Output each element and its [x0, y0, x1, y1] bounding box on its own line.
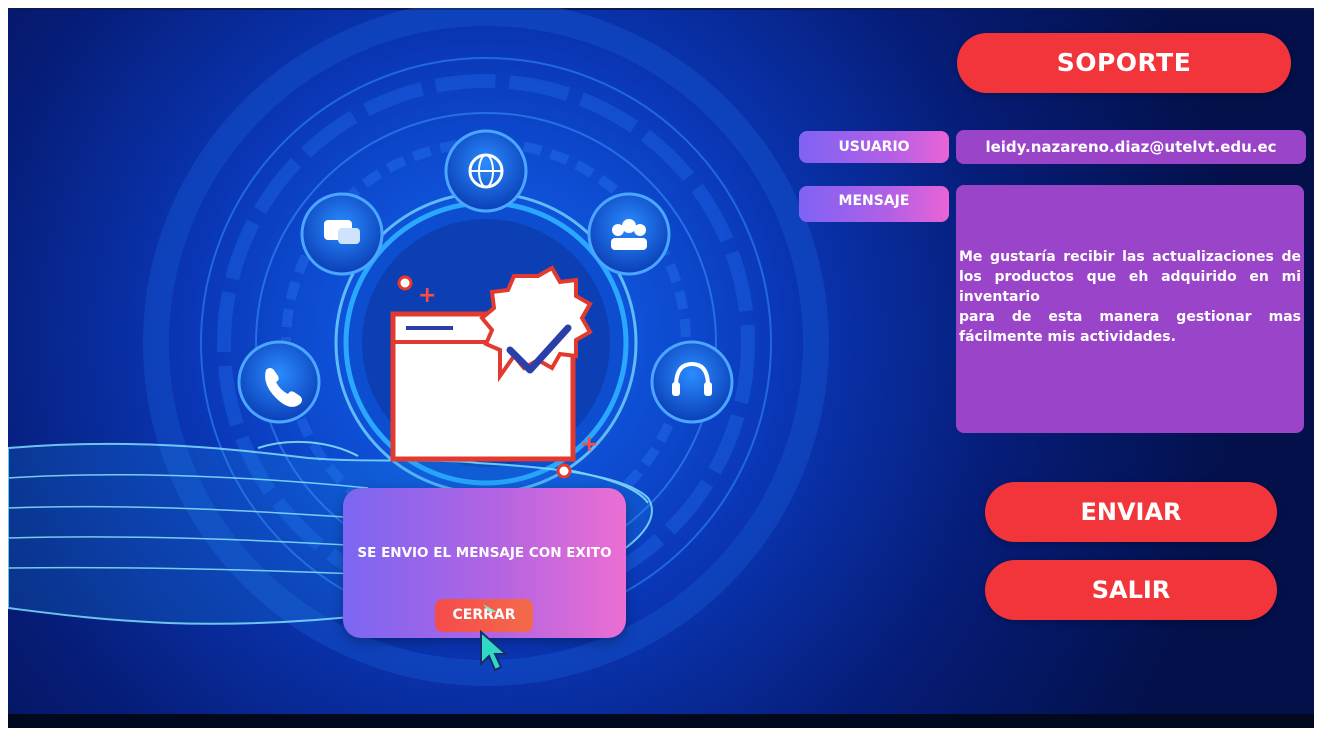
headset-icon — [650, 340, 734, 424]
usuario-field[interactable]: leidy.nazareno.diaz@utelvt.edu.ec — [956, 130, 1306, 164]
dialog-message: SE ENVIO EL MENSAJE CON EXITO — [357, 545, 612, 561]
bottom-border — [8, 714, 1314, 728]
svg-text:+: + — [418, 283, 436, 308]
svg-text:+: + — [580, 432, 598, 457]
usuario-label: USUARIO — [799, 131, 949, 163]
cursor-icon — [480, 604, 509, 672]
page-title: SOPORTE — [957, 33, 1291, 93]
support-screen: + + SOPORTE USUARIO leidy.nazareno.diaz@… — [8, 8, 1314, 728]
chat-icon — [300, 192, 384, 276]
mensaje-label: MENSAJE — [799, 186, 949, 222]
mensaje-field[interactable]: Me gustaría recibir las actualizaciones … — [956, 185, 1304, 433]
salir-button[interactable]: SALIR — [985, 560, 1277, 620]
group-icon — [587, 192, 671, 276]
phone-icon — [237, 340, 321, 424]
enviar-button[interactable]: ENVIAR — [985, 482, 1277, 542]
globe-icon — [444, 129, 528, 213]
mensaje-text: Me gustaría recibir las actualizaciones … — [959, 249, 1301, 345]
